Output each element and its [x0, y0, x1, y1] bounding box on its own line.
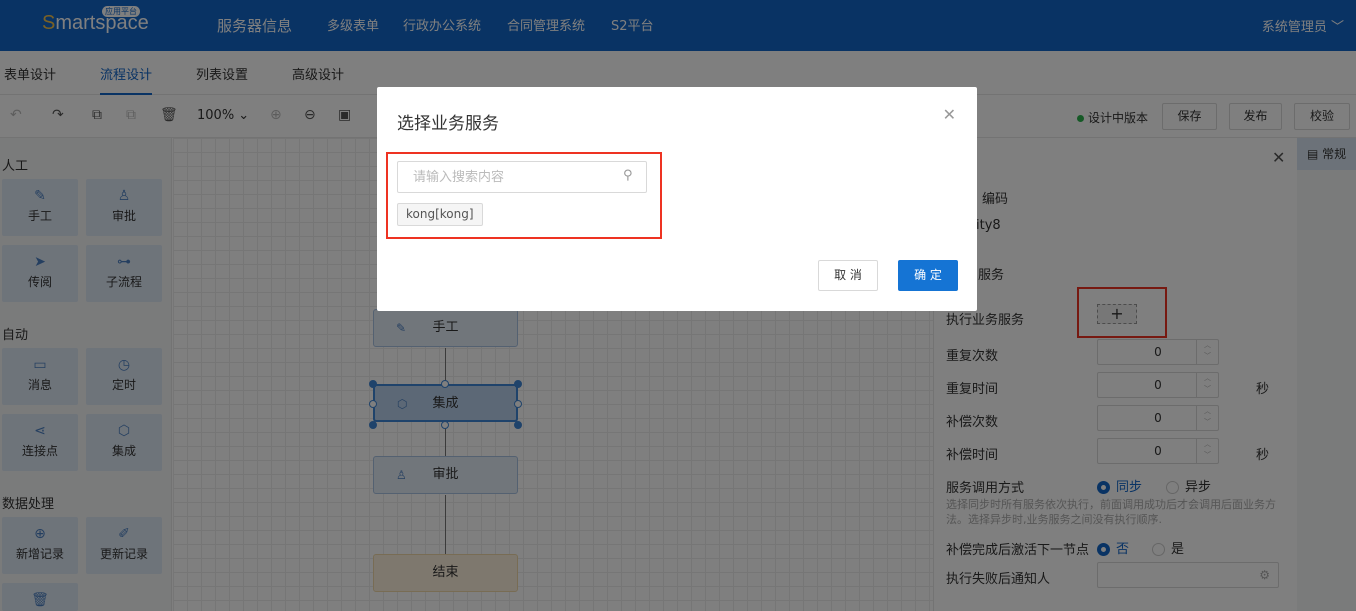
- highlight-box: [386, 152, 662, 239]
- confirm-button[interactable]: 确 定: [898, 260, 958, 291]
- dialog-title: 选择业务服务: [397, 114, 499, 134]
- cancel-button[interactable]: 取 消: [818, 260, 878, 291]
- close-icon[interactable]: ✕: [943, 105, 956, 124]
- select-service-dialog: 选择业务服务 ✕ ⚲ kong[kong] 取 消 确 定: [377, 87, 977, 311]
